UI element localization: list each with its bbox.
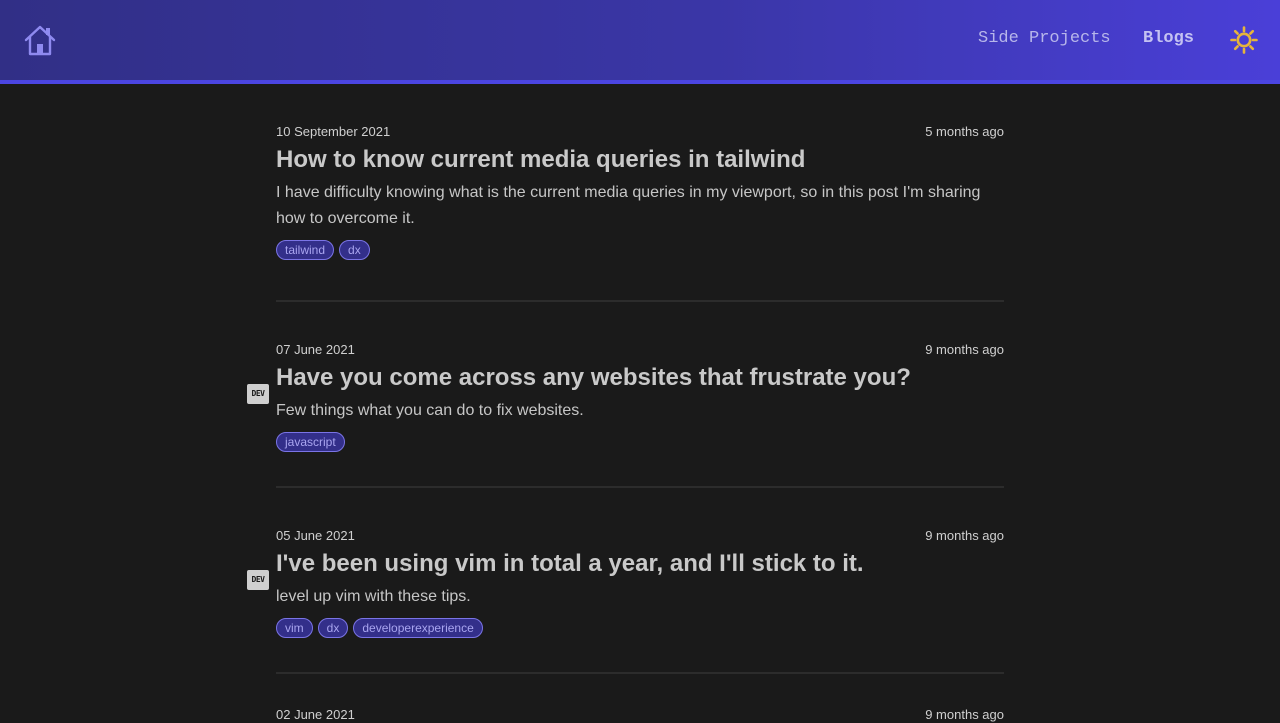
blog-post-list: 10 September 2021 5 months ago How to kn…: [247, 84, 1004, 722]
blog-post: 07 June 2021 9 months ago DEV Have you c…: [247, 302, 1004, 488]
home-icon: [24, 25, 56, 56]
post-description: level up vim with these tips.: [276, 588, 471, 605]
theme-toggle-button[interactable]: [1230, 26, 1258, 54]
home-link[interactable]: [22, 22, 58, 58]
post-date: 07 June 2021: [276, 342, 355, 357]
post-relative-time: 9 months ago: [925, 342, 1004, 357]
tag-pill[interactable]: vim: [276, 618, 313, 638]
tag-pill[interactable]: tailwind: [276, 240, 335, 260]
sun-icon: [1230, 26, 1258, 54]
tag-pill[interactable]: developerexperience: [353, 618, 483, 638]
post-meta: 07 June 2021 9 months ago: [276, 342, 1004, 358]
post-relative-time: 9 months ago: [925, 707, 1004, 722]
blog-post: 10 September 2021 5 months ago How to kn…: [276, 84, 1004, 302]
tag-pill[interactable]: dx: [339, 240, 370, 260]
dev-icon[interactable]: DEV: [247, 384, 269, 404]
tag-pill[interactable]: dx: [317, 618, 349, 638]
dev-icon[interactable]: DEV: [247, 570, 269, 590]
post-description: Few things what you can do to fix websit…: [276, 402, 584, 419]
blog-post: 02 June 2021 9 months ago: [276, 674, 1004, 722]
blog-post: 05 June 2021 9 months ago DEV I've been …: [247, 488, 1004, 674]
post-tags: javascript: [276, 432, 1004, 452]
post-meta: 05 June 2021 9 months ago: [276, 528, 1004, 544]
post-title[interactable]: I've been using vim in total a year, and…: [276, 549, 1004, 579]
post-relative-time: 5 months ago: [925, 124, 1004, 139]
post-description: I have difficulty knowing what is the cu…: [276, 184, 981, 227]
post-meta: 02 June 2021 9 months ago: [276, 707, 1004, 723]
post-relative-time: 9 months ago: [925, 528, 1004, 543]
post-date: 05 June 2021: [276, 528, 355, 543]
tag-pill[interactable]: javascript: [276, 432, 345, 452]
top-navigation-bar: Side Projects Blogs: [0, 0, 1280, 84]
nav-side-projects[interactable]: Side Projects: [978, 29, 1111, 48]
post-title[interactable]: Have you come across any websites that f…: [276, 363, 1004, 393]
post-tags: tailwind dx: [276, 240, 1004, 260]
nav-blogs[interactable]: Blogs: [1143, 29, 1194, 48]
post-meta: 10 September 2021 5 months ago: [276, 124, 1004, 140]
post-title[interactable]: How to know current media queries in tai…: [276, 145, 1004, 175]
post-date: 10 September 2021: [276, 124, 391, 139]
post-date: 02 June 2021: [276, 707, 355, 722]
post-tags: vim dx developerexperience: [276, 618, 1004, 638]
